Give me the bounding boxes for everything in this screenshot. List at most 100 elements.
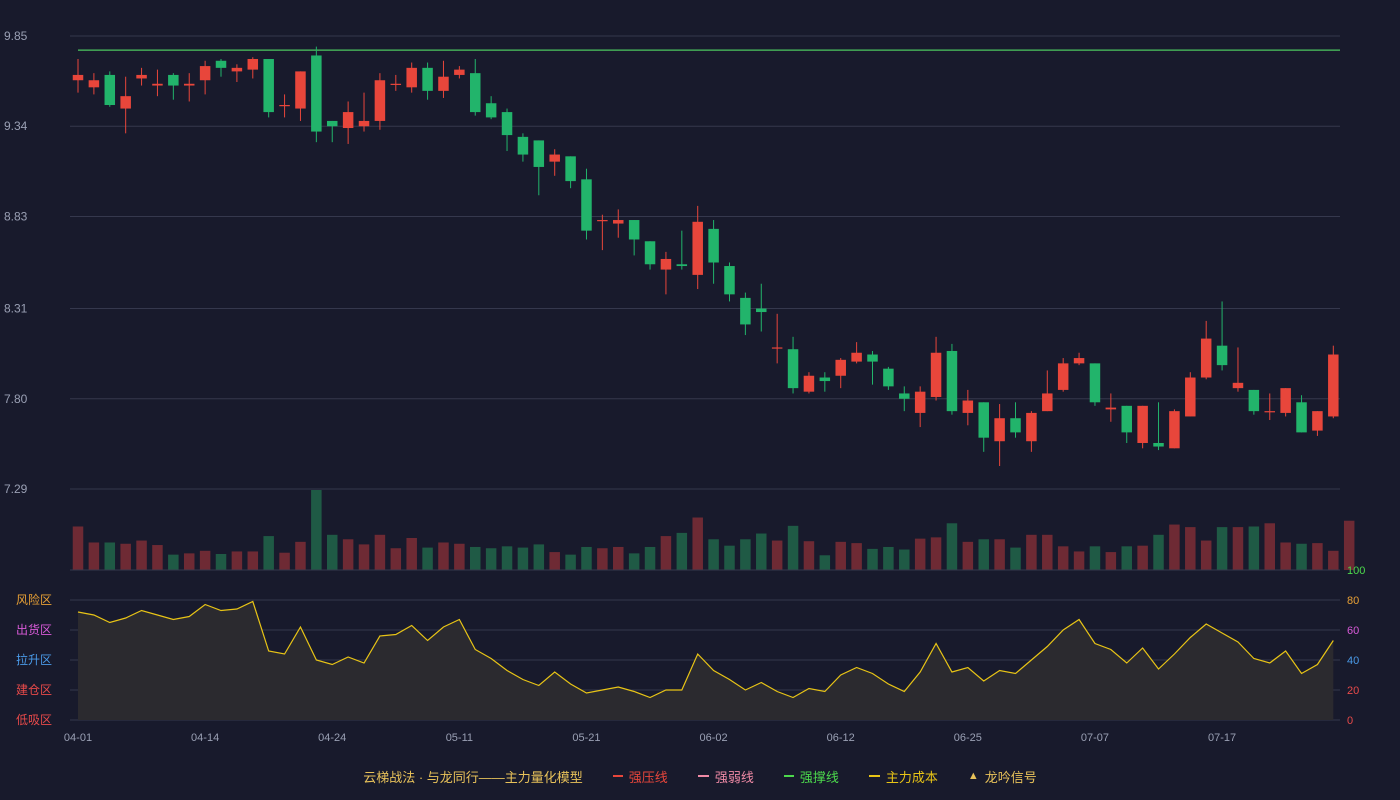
x-tick-label: 05-11: [446, 732, 473, 744]
volume-bar: [517, 547, 529, 570]
candle-body: [1216, 345, 1228, 366]
volume-bar: [136, 540, 147, 570]
legend-label: 强撑线: [799, 769, 839, 785]
candle-body: [708, 228, 719, 263]
candle-body: [231, 67, 243, 72]
volume-bar: [692, 517, 703, 570]
volume-bar: [533, 544, 545, 570]
x-tick-label: 06-25: [954, 732, 982, 744]
price-tick-label: 7.29: [4, 482, 28, 496]
volume-bar: [247, 551, 259, 570]
volume-bar: [978, 539, 989, 570]
x-tick-label: 07-07: [1081, 732, 1109, 744]
candle-body: [660, 258, 672, 270]
volume-bar: [676, 532, 688, 570]
volume-bar: [899, 549, 910, 570]
volume-bar: [1073, 551, 1085, 570]
volume-bar: [358, 544, 370, 570]
candle-body: [1137, 405, 1148, 443]
price-tick-label: 7.80: [4, 392, 28, 406]
candle-body: [326, 120, 338, 127]
volume-bar: [1280, 542, 1291, 570]
candle-body: [311, 55, 322, 132]
volume-bar: [1216, 527, 1228, 570]
candle-body: [470, 73, 481, 113]
x-tick-label: 04-01: [64, 732, 92, 744]
volume-bar: [883, 546, 894, 570]
price-tick-label: 9.85: [4, 29, 28, 43]
volume-bar: [438, 542, 449, 570]
volume-bar: [1328, 550, 1339, 570]
volume-bar: [787, 525, 799, 570]
score-tick-label: 20: [1347, 685, 1359, 697]
candle-body: [787, 349, 799, 389]
volume-bar: [914, 538, 926, 570]
volume-bar: [1343, 520, 1355, 570]
candle-body: [1073, 358, 1085, 364]
volume-bar: [88, 542, 100, 570]
volume-bar: [501, 546, 513, 570]
volume-bar: [454, 543, 465, 570]
volume-bar: [1232, 527, 1244, 570]
candle-body: [756, 308, 767, 313]
candle-body: [994, 418, 1005, 442]
volume-bar: [168, 554, 179, 570]
legend-label: 龙吟信号: [984, 769, 1037, 785]
stock-chart: 9.85 9.34 8.83 8.31 7.80 7.29 风险区出货区拉升区建仓区低吸区 1…: [4, 29, 1365, 744]
score-tick-label: 60: [1347, 625, 1359, 637]
candle-body: [485, 103, 497, 118]
candle-body: [549, 154, 560, 162]
candle-body: [851, 352, 862, 362]
score-tick-label: 100: [1347, 565, 1365, 577]
legend-item[interactable]: 强压线: [612, 767, 668, 786]
legend-item[interactable]: ▲ 龙吟信号: [968, 767, 1037, 786]
volume-bar: [1089, 546, 1101, 570]
volume-bar: [406, 538, 417, 570]
candle-body: [1010, 418, 1021, 433]
candle-body: [771, 347, 783, 349]
candle-body: [517, 136, 529, 155]
volume-bar: [231, 551, 243, 570]
candle-body: [597, 220, 608, 222]
candle-body: [1328, 354, 1339, 417]
volume-bar: [104, 542, 116, 570]
candle-body: [183, 83, 195, 86]
volume-bar: [740, 539, 751, 570]
volume-bar: [374, 534, 386, 570]
legend-line-icon: [868, 775, 880, 777]
legend-item[interactable]: 强撑线: [783, 767, 839, 786]
legend-item[interactable]: 主力成本: [868, 767, 938, 786]
legend-label: 云梯战法 · 与龙同行——主力量化模型: [363, 769, 583, 785]
volume-bar: [1264, 523, 1275, 570]
volume-bar: [835, 541, 846, 570]
candle-body: [422, 67, 433, 91]
candle-body: [501, 112, 513, 136]
volume-bar: [295, 541, 306, 570]
candle-body: [628, 220, 640, 240]
candle-body: [454, 69, 465, 75]
zone-label: 建仓区: [16, 683, 52, 697]
candle-body: [1200, 338, 1212, 378]
volume-bar: [930, 537, 942, 570]
candle-body: [88, 80, 100, 88]
volume-bar: [946, 523, 958, 570]
volume-bar: [644, 546, 656, 570]
volume-bar: [183, 553, 195, 570]
volume-bar: [803, 541, 815, 570]
candle-body: [199, 66, 211, 81]
volume-bar: [390, 548, 402, 570]
volume-bar: [771, 540, 783, 570]
legend-item[interactable]: 强弱线: [697, 767, 754, 786]
candle-body: [342, 112, 354, 129]
volume-bar: [597, 548, 608, 570]
zone-label: 出货区: [16, 622, 52, 637]
legend-item[interactable]: 云梯战法 · 与龙同行——主力量化模型: [363, 767, 583, 786]
volume-bar: [342, 539, 354, 570]
candle-body: [1264, 411, 1275, 413]
x-tick-label: 04-24: [318, 732, 346, 744]
volume-bar: [1312, 543, 1323, 570]
candle-body: [168, 74, 179, 86]
candle-body: [676, 264, 688, 267]
candle-body: [899, 393, 910, 399]
volume-bar: [279, 552, 290, 570]
